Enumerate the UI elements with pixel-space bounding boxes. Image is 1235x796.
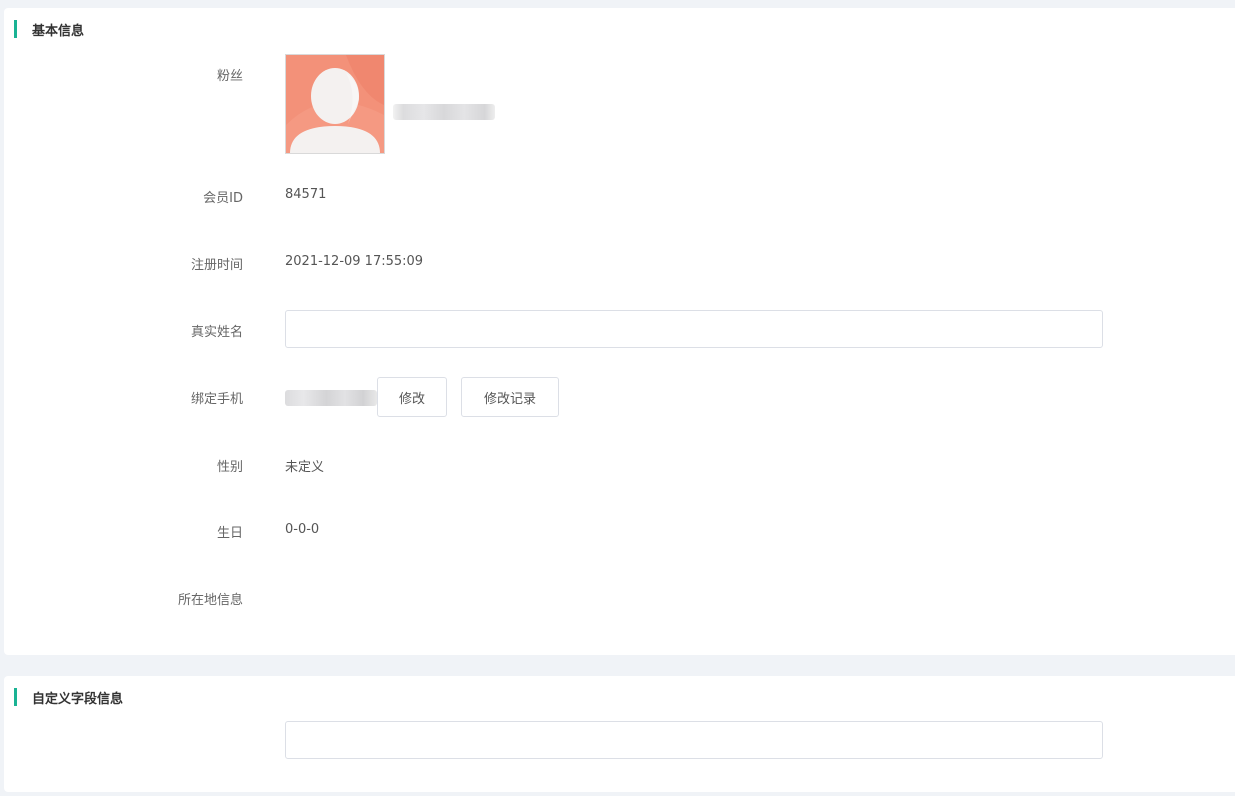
register-time-label: 注册时间 bbox=[190, 258, 243, 273]
member-id-label: 会员ID bbox=[203, 191, 243, 206]
fan-label: 粉丝 bbox=[216, 69, 243, 84]
custom-field-input[interactable] bbox=[285, 721, 1103, 759]
fan-nickname-redacted bbox=[393, 104, 495, 120]
custom-fields-card: 自定义字段信息 bbox=[4, 676, 1235, 792]
location-label: 所在地信息 bbox=[177, 593, 243, 608]
custom-fields-header: 自定义字段信息 bbox=[14, 688, 124, 707]
member-id-value: 84571 bbox=[285, 187, 327, 202]
register-time-value: 2021-12-09 17:55:09 bbox=[285, 254, 424, 269]
real-name-input[interactable] bbox=[285, 310, 1103, 348]
modify-history-button[interactable]: 修改记录 bbox=[461, 377, 559, 417]
basic-info-card: 基本信息 粉丝 会员ID 84571 注册时间 2021-12-09 17:55… bbox=[4, 8, 1235, 655]
avatar bbox=[285, 54, 385, 154]
birthday-label: 生日 bbox=[216, 526, 243, 541]
gender-label: 性别 bbox=[216, 460, 243, 475]
default-user-avatar-icon bbox=[286, 55, 384, 153]
real-name-label: 真实姓名 bbox=[190, 325, 243, 340]
gender-value: 未定义 bbox=[285, 460, 325, 475]
birthday-value: 0-0-0 bbox=[285, 522, 320, 537]
phone-number-redacted bbox=[285, 390, 377, 406]
basic-info-title: 基本信息 bbox=[32, 23, 85, 39]
basic-info-header: 基本信息 bbox=[14, 20, 85, 39]
custom-fields-title: 自定义字段信息 bbox=[32, 691, 124, 707]
section-accent-bar bbox=[14, 20, 17, 38]
section-accent-bar bbox=[14, 688, 17, 706]
phone-label: 绑定手机 bbox=[190, 392, 243, 407]
modify-phone-button[interactable]: 修改 bbox=[377, 377, 447, 417]
